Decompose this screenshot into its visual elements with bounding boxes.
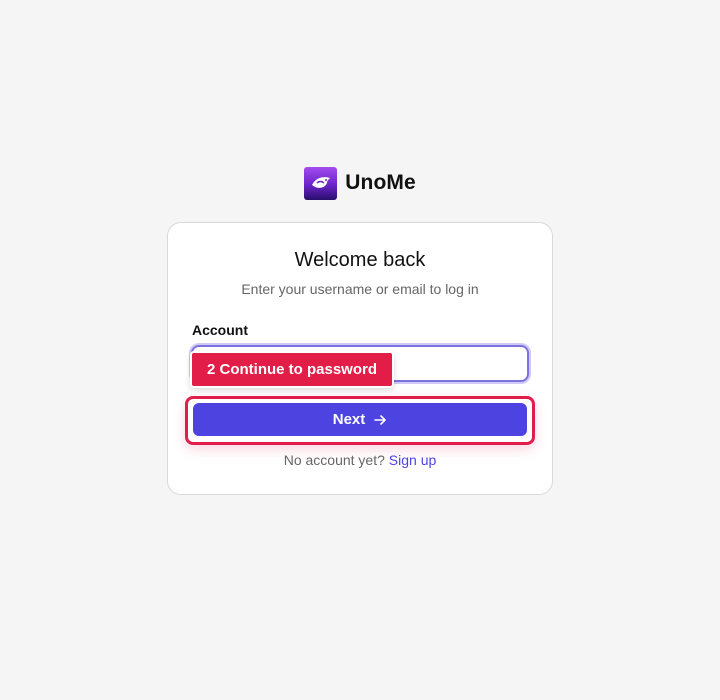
bird-logo-icon — [304, 166, 338, 200]
brand-name: UnoMe — [345, 171, 416, 194]
next-button[interactable]: Next — [193, 403, 527, 436]
signup-row: No account yet? Sign up — [168, 452, 552, 468]
arrow-right-icon — [373, 413, 387, 427]
page-title: Welcome back — [294, 249, 426, 271]
step-annotation-label: 2 Continue to password — [207, 361, 378, 378]
no-account-text: No account yet? — [283, 452, 389, 468]
page-subtitle: Enter your username or email to log in — [241, 281, 479, 297]
next-button-label: Next — [332, 411, 366, 428]
step-annotation-tooltip: 2 Continue to password — [190, 351, 395, 388]
brand-header: UnoMe — [0, 166, 720, 200]
account-label: Account — [192, 322, 248, 338]
signup-link[interactable]: Sign up — [389, 452, 436, 468]
